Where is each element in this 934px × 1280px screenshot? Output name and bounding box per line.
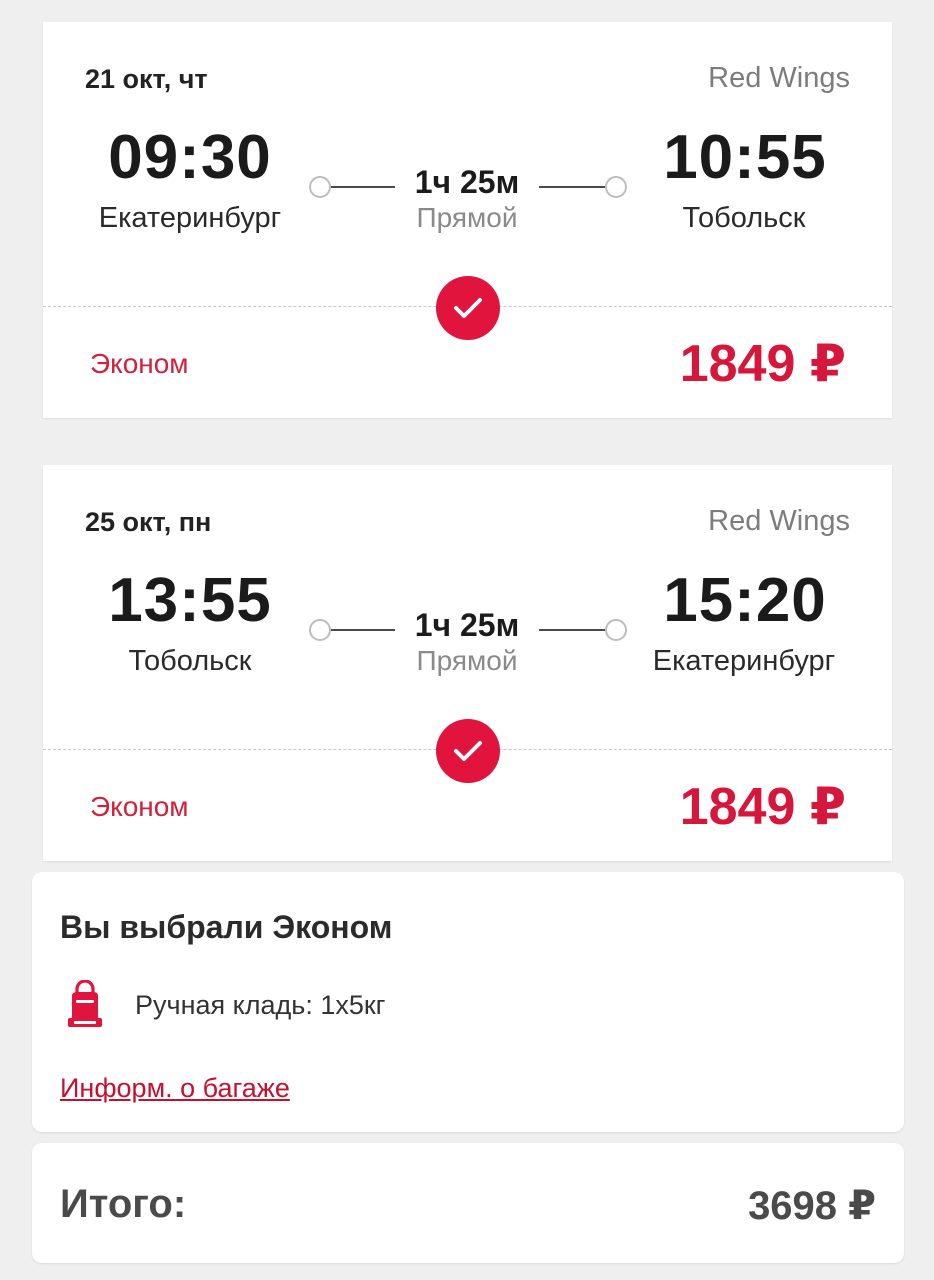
flight-date: 21 окт, чт	[85, 64, 208, 94]
flight-card-outbound[interactable]: 21 окт, чт Red Wings 09:30 Екатеринбург …	[43, 22, 892, 418]
departure-city: Тобольск	[128, 645, 252, 677]
flight-card-return[interactable]: 25 окт, пн Red Wings 13:55 Тобольск 1ч 2…	[43, 465, 892, 861]
arrival-city: Екатеринбург	[652, 645, 836, 677]
route-line	[331, 186, 395, 188]
total-card: Итого: 3698 ₽	[32, 1143, 904, 1263]
departure-time: 09:30	[108, 123, 272, 192]
fare-class: Эконом	[90, 348, 189, 379]
total-label: Итого:	[60, 1182, 187, 1226]
arrival-time: 15:20	[663, 566, 827, 635]
airline-name: Red Wings	[708, 505, 850, 537]
origin-dot-icon	[309, 619, 331, 641]
route-line	[539, 186, 605, 188]
total-price: 3698 ₽	[748, 1184, 876, 1228]
baggage-allowance: Ручная кладь: 1х5кг	[135, 990, 386, 1020]
origin-dot-icon	[309, 176, 331, 198]
flight-type: Прямой	[416, 645, 518, 676]
departure-time: 13:55	[108, 566, 272, 635]
selected-check-icon[interactable]	[436, 719, 500, 783]
carry-on-bag-icon	[65, 979, 105, 1032]
selected-check-icon[interactable]	[436, 276, 500, 340]
baggage-info-link[interactable]: Информ. о багаже	[60, 1073, 290, 1104]
fare-class: Эконом	[90, 791, 189, 822]
flight-duration: 1ч 25м	[414, 607, 520, 643]
route-line	[331, 629, 395, 631]
destination-dot-icon	[605, 619, 627, 641]
fare-price: 1849 ₽	[679, 778, 846, 836]
airline-name: Red Wings	[708, 62, 850, 94]
selection-summary-card: Вы выбрали Эконом Ручная кладь: 1х5кг Ин…	[32, 872, 904, 1132]
flight-duration: 1ч 25м	[414, 164, 520, 200]
flight-type: Прямой	[416, 202, 518, 233]
arrival-time: 10:55	[663, 123, 827, 192]
flight-date: 25 окт, пн	[85, 507, 212, 537]
arrival-city: Тобольск	[682, 202, 806, 234]
selection-title: Вы выбрали Эконом	[60, 909, 393, 945]
route-line	[539, 629, 605, 631]
departure-city: Екатеринбург	[98, 202, 282, 234]
fare-price: 1849 ₽	[679, 335, 846, 393]
destination-dot-icon	[605, 176, 627, 198]
